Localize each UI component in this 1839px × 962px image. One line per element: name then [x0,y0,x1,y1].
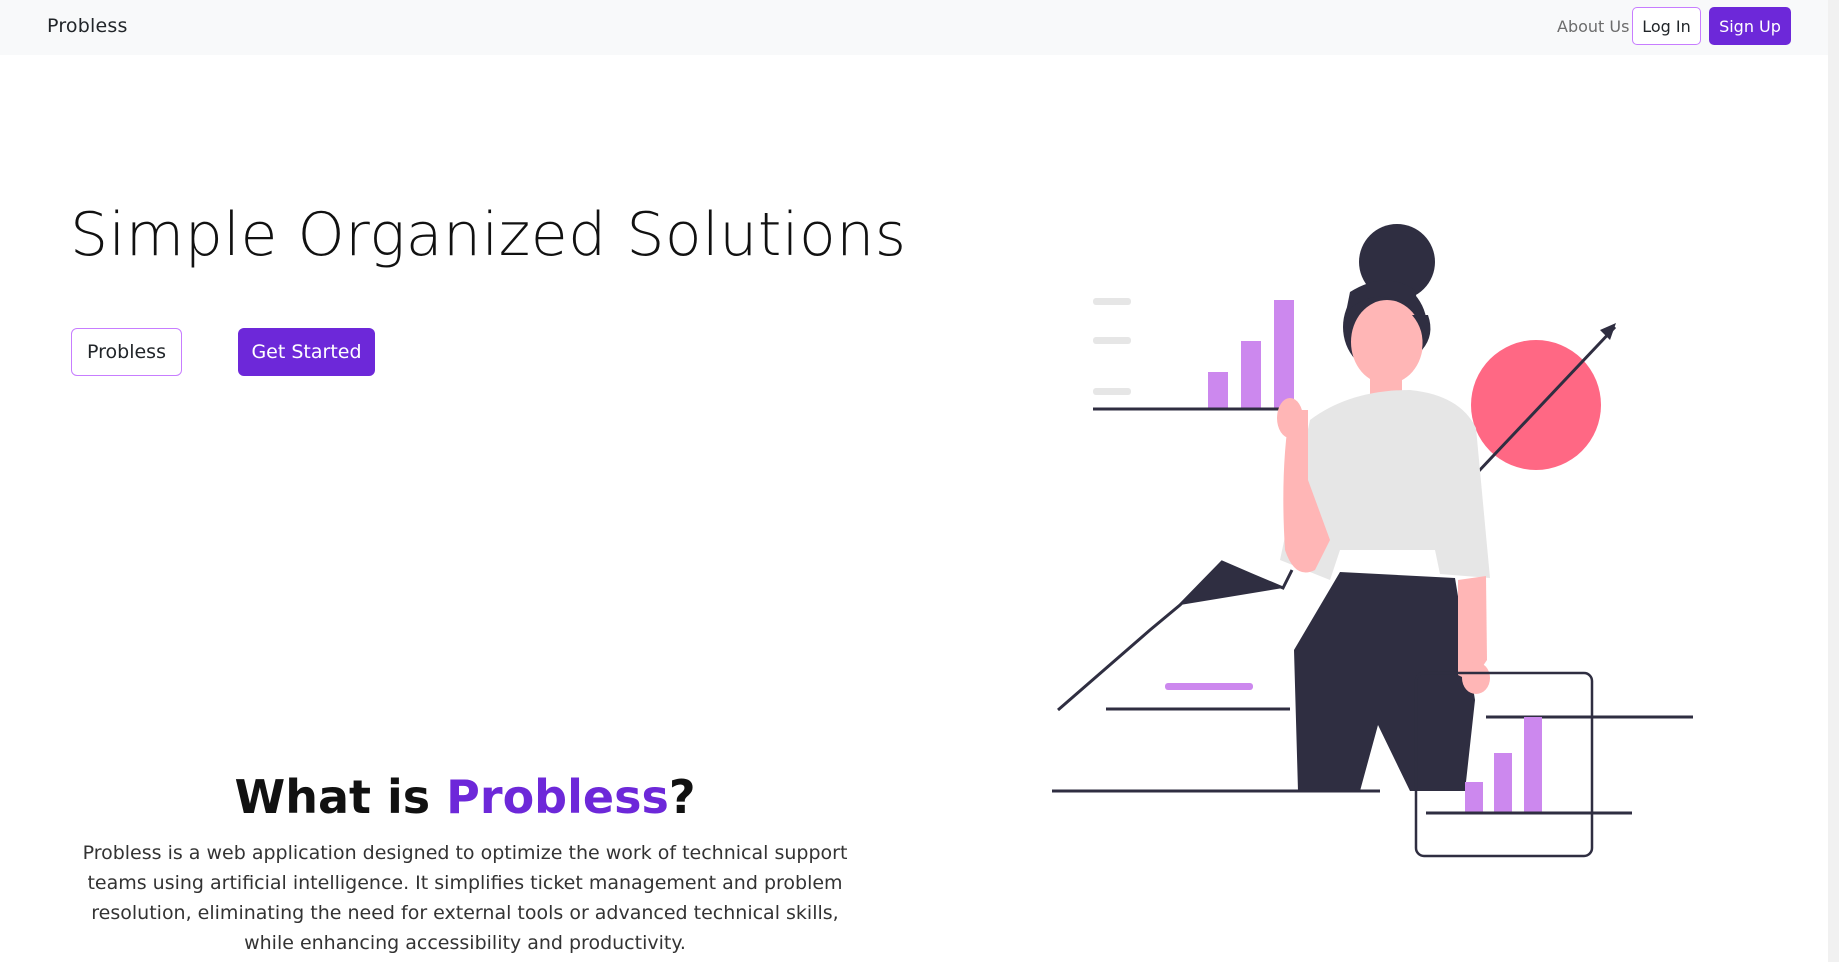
scrollbar[interactable] [1828,0,1839,962]
line-chart [1057,560,1294,712]
about-heading-suffix: ? [668,770,696,824]
hero-illustration [1052,224,1693,858]
navbar: Probless About Us Log In Sign Up [0,0,1828,55]
about-heading-prefix: What is [234,770,447,824]
woman-figure [1277,224,1490,791]
accent-circle [1471,340,1601,470]
brand-logo[interactable]: Probless [47,15,128,37]
nav-about-link[interactable]: About Us [1557,17,1629,36]
mini-chart-top [1093,298,1300,411]
get-started-button[interactable]: Get Started [238,328,375,376]
about-heading: What is Probless? [70,770,860,824]
login-button[interactable]: Log In [1632,7,1701,45]
about-description: Probless is a web application designed t… [82,842,848,954]
probless-button[interactable]: Probless [71,328,182,376]
signup-button[interactable]: Sign Up [1709,7,1791,45]
hero-title: Simple Organized Solutions [70,200,907,270]
about-heading-accent: Probless [446,770,669,824]
